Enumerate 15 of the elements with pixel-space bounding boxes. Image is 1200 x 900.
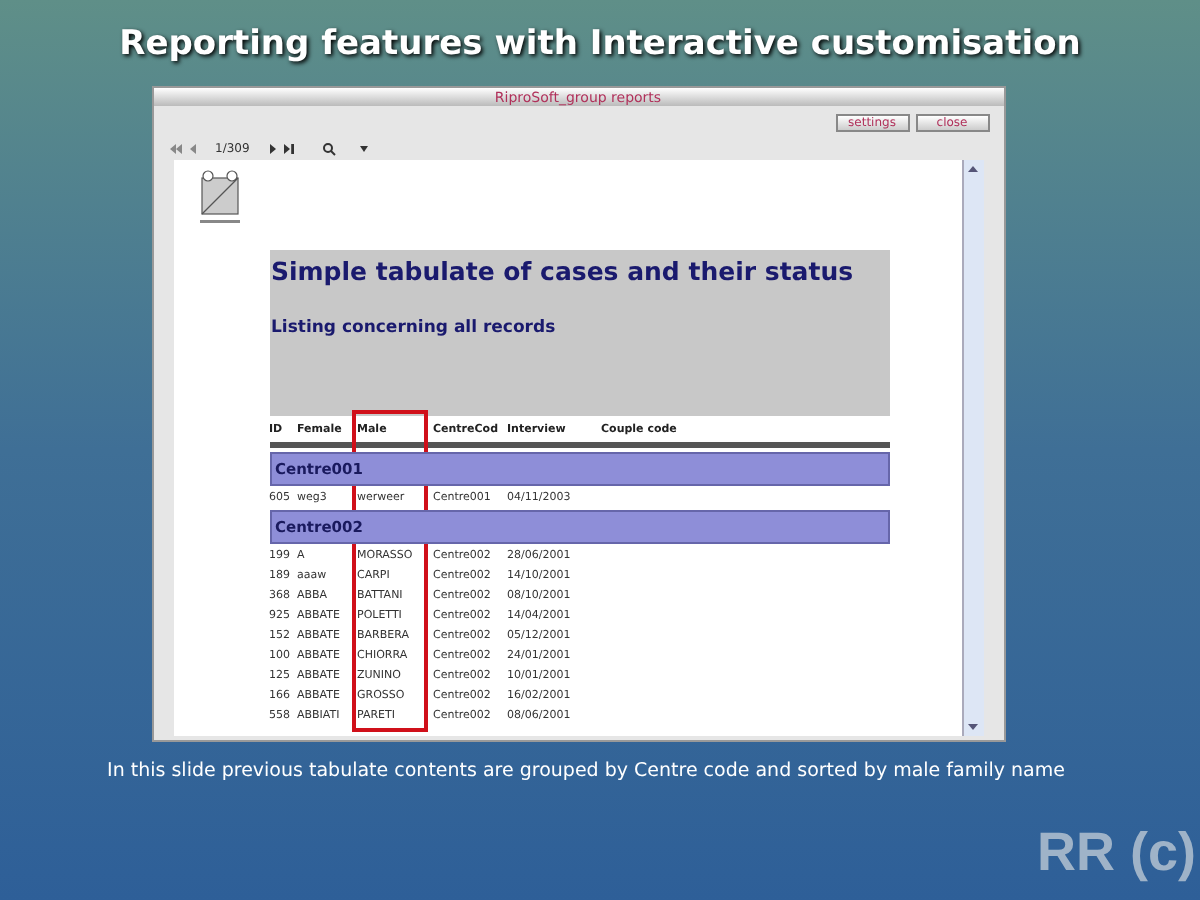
slide-caption: In this slide previous tabulate contents are grouped by Centre code and sorted by male family name — [107, 760, 1065, 784]
next-page-icon[interactable] — [269, 143, 276, 153]
dropdown-caret-icon[interactable] — [359, 145, 368, 151]
logo-drawing — [197, 168, 241, 228]
previous-page-icon[interactable] — [189, 143, 195, 153]
scrollbar[interactable] — [961, 160, 983, 736]
scroll-down-icon[interactable] — [968, 724, 978, 730]
author-mark: RR (c) — [1037, 822, 1196, 882]
scroll-up-icon[interactable] — [968, 166, 978, 172]
first-page-icon[interactable] — [169, 143, 181, 153]
report-subtitle: Listing concerning all records — [271, 318, 558, 338]
zoom-icon[interactable] — [321, 141, 336, 155]
last-page-icon[interactable] — [283, 143, 294, 153]
report-title: Simple tabulate of cases and their status — [271, 254, 856, 290]
slide-title: Reporting features with Interactive customisation — [119, 22, 1081, 66]
